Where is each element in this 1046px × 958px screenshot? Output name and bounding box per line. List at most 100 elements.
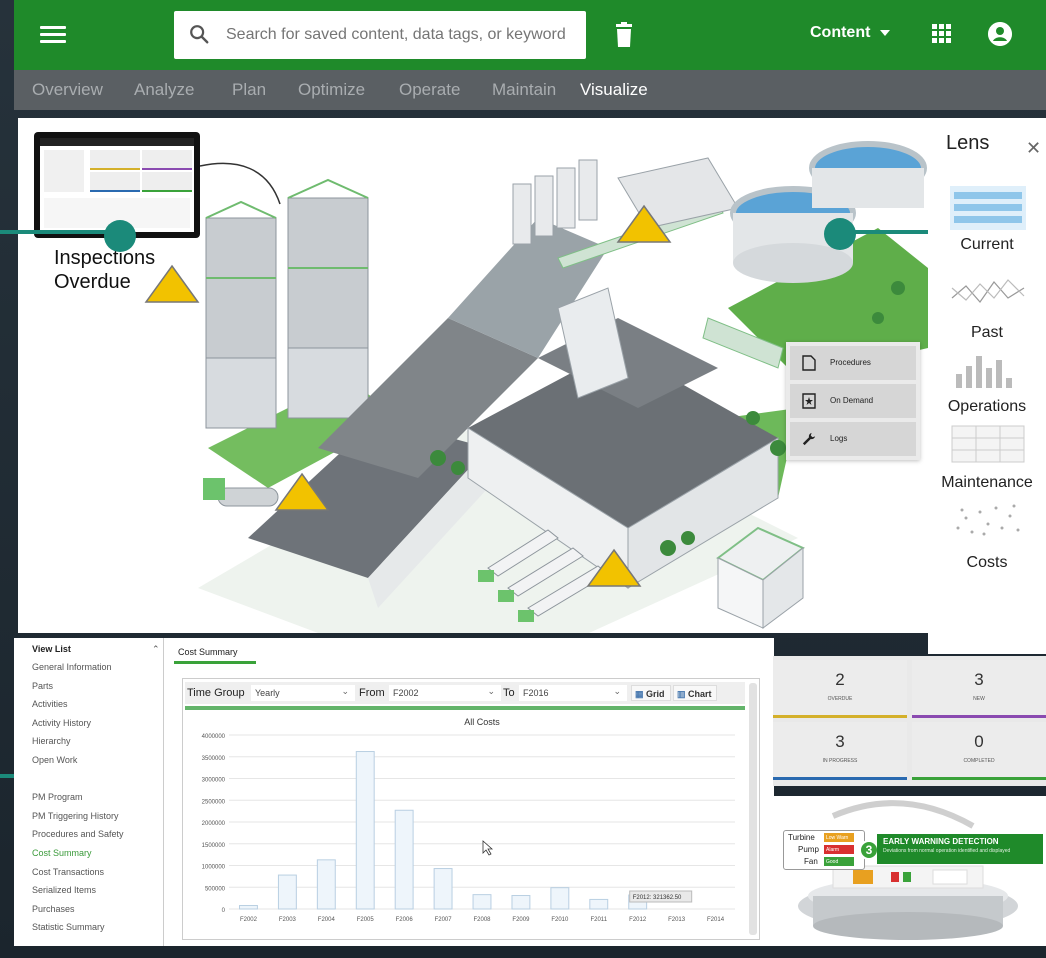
operations-lens-icon[interactable] [950,348,1026,392]
trash-icon[interactable] [614,22,634,48]
tab-optimize[interactable]: Optimize [298,80,365,100]
y-tick-label: 3500000 [202,756,226,762]
equipment-status: Good [824,857,854,866]
menu-item-on-demand[interactable]: On Demand [790,384,916,418]
current-lens-icon[interactable] [950,186,1026,230]
menu-item-label: On Demand [830,396,874,405]
view-list-item[interactable]: Statistic Summary [32,922,105,932]
cost-summary-area: View List ⌃ General Information Parts Acti… [14,638,774,946]
from-label: From [359,687,385,699]
close-icon[interactable]: ✕ [1026,138,1041,159]
bar[interactable] [433,868,453,910]
bar-chart-icon: ▥ [677,689,686,699]
equipment-status: Low Warn [824,833,854,842]
view-list-item[interactable]: General Information [32,662,112,672]
bar[interactable] [589,898,609,910]
stat-tile-in-progress[interactable]: 3 IN PROGRESS [773,722,907,780]
bar[interactable] [511,895,531,910]
bar[interactable] [277,874,297,910]
warning-triangle-icon[interactable] [586,548,642,588]
search-box[interactable] [174,11,586,59]
account-icon[interactable] [988,22,1012,46]
lens-item-past[interactable]: Past [928,324,1046,342]
tab-cost-summary[interactable]: Cost Summary [174,642,256,664]
x-tick-label: F2012 [629,917,647,923]
tab-analyze[interactable]: Analyze [134,80,194,100]
lens-item-current[interactable]: Current [928,236,1046,254]
view-list-item[interactable]: PM Program [32,792,83,802]
toolbar-divider [185,706,745,710]
stat-value: 2 [835,670,845,689]
content-dropdown[interactable]: Content [810,24,891,42]
bar[interactable] [316,859,336,910]
x-tick-label: F2011 [590,917,607,923]
warning-triangle-icon[interactable] [616,204,672,244]
search-icon [190,25,209,44]
stat-color-bar [773,715,907,718]
bar[interactable] [472,894,492,910]
view-list-item[interactable]: PM Triggering History [32,811,119,821]
y-tick-label: 2500000 [202,799,226,805]
bar[interactable] [355,751,375,910]
search-input[interactable] [226,23,566,47]
chart-toolbar: Time Group Yearly ⌄ From F2002 ⌄ To F2016 ⌄… [185,682,745,704]
lens-item-costs[interactable]: Costs [928,554,1046,572]
warning-triangle-icon[interactable] [144,264,200,304]
on-demand-icon [802,393,816,409]
stat-tile-new[interactable]: 3 NEW [912,660,1046,718]
stat-label: IN PROGRESS [822,758,858,764]
menu-item-logs[interactable]: Logs [790,422,916,456]
costs-lens-icon[interactable] [950,498,1026,542]
hamburger-menu-icon[interactable] [40,22,66,48]
lens-item-maintenance[interactable]: Maintenance [928,474,1046,492]
to-select[interactable]: F2016 ⌄ [519,685,627,701]
bar[interactable] [394,809,414,910]
from-select[interactable]: F2002 ⌄ [389,685,501,701]
chart-button[interactable]: ▥ Chart [673,685,717,701]
time-group-label: Time Group [187,687,245,699]
view-list-item[interactable]: Activity History [32,718,91,728]
view-list-item[interactable]: Cost Transactions [32,867,104,877]
grid-button[interactable]: ▦ Grid [631,685,671,701]
view-list-item[interactable]: Cost Summary [32,848,92,858]
y-tick-label: 1000000 [202,865,226,871]
vertical-scrollbar[interactable] [749,683,757,935]
x-tick-label: F2003 [279,917,297,923]
early-warning-panel[interactable]: Turbine Low Warn Pump Alarm Fan Good 3 E… [773,796,1046,946]
warning-triangle-icon[interactable] [274,472,330,512]
tab-maintain[interactable]: Maintain [492,80,556,100]
equipment-name: Fan [804,857,818,866]
stat-tile-overdue[interactable]: 2 OVERDUE [773,660,907,718]
tab-overview[interactable]: Overview [32,80,103,100]
view-list-item[interactable]: Procedures and Safety [32,829,124,839]
chart-button-label: Chart [688,689,712,699]
view-list-item[interactable]: Hierarchy [32,736,71,746]
stat-tile-completed[interactable]: 0 COMPLETED [912,722,1046,780]
bar[interactable] [239,905,258,910]
past-lens-icon[interactable] [950,268,1026,312]
view-list-item[interactable]: Serialized Items [32,885,96,895]
menu-item-label: Procedures [830,358,871,367]
lens-item-operations[interactable]: Operations [928,398,1046,416]
maintenance-lens-icon[interactable] [950,422,1026,466]
context-menu: Procedures On Demand Logs [786,342,920,460]
hotspot-marker[interactable] [824,218,856,250]
chevron-up-icon[interactable]: ⌃ [152,644,160,655]
view-list-item[interactable]: Parts [32,681,53,691]
time-group-select[interactable]: Yearly ⌄ [251,685,355,701]
early-warning-graphic [773,796,1046,946]
hotspot-marker[interactable] [104,220,136,252]
menu-item-procedures[interactable]: Procedures [790,346,916,380]
view-list-item[interactable]: Activities [32,699,68,709]
apps-grid-icon[interactable] [932,24,952,44]
tab-visualize[interactable]: Visualize [580,80,648,100]
view-list-item[interactable]: Purchases [32,904,75,914]
plant-scene[interactable]: Inspections Overdue Procedures On Demand… [18,118,928,633]
bar[interactable] [550,887,570,910]
view-list-item[interactable]: Open Work [32,755,77,765]
all-costs-chart[interactable]: All Costs 0 500000 1000000 1500000 2000000 250… [183,713,747,937]
view-list: View List ⌃ General Information Parts Acti… [14,638,164,946]
tab-plan[interactable]: Plan [232,80,266,100]
tab-operate[interactable]: Operate [399,80,460,100]
x-tick-label: F2006 [396,917,414,923]
